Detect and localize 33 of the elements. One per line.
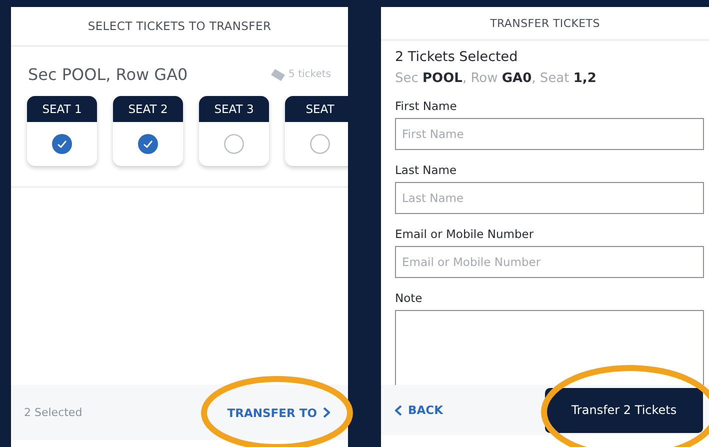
tickets-selected-label: 2 Tickets Selected [395,49,519,65]
section-label: Sec POOL, Row GA0 [28,65,188,84]
back-button[interactable]: BACK [391,399,448,421]
empty-circle-icon[interactable] [224,134,244,154]
seat-card[interactable]: SEAT [285,96,348,166]
input-field[interactable]: Email or Mobile Number [395,246,704,278]
seat-card[interactable]: SEAT 1 [27,96,97,166]
note-field[interactable] [395,310,704,385]
field-label: Last Name [395,163,458,177]
field-label: Note [395,291,424,305]
checked-circle-icon[interactable] [138,134,158,154]
input-field[interactable]: First Name [395,118,704,150]
empty-circle-icon[interactable] [310,134,330,154]
field-label: First Name [395,99,458,113]
chevron-left-icon [395,404,402,416]
selected-count: 2 Selected [24,406,82,419]
seat-label: SEAT [285,96,348,122]
seat-card[interactable]: SEAT 2 [113,96,183,166]
chevron-right-icon [323,407,330,418]
ticket-count: 5 tickets [288,69,331,80]
ticket-icon [270,68,285,80]
seat-label: SEAT 3 [199,96,269,122]
seat-card[interactable]: SEAT 3 [199,96,269,166]
seat-label: SEAT 2 [113,96,183,122]
field-label: Email or Mobile Number [395,227,535,241]
transfer-button[interactable]: Transfer 2 Tickets [545,388,703,432]
checked-circle-icon[interactable] [52,134,72,154]
panel-title: TRANSFER TICKETS [381,7,709,41]
seat-label: SEAT 1 [27,96,97,122]
seat-details: Sec POOL, Row GA0, Seat 1,2 [395,71,598,86]
transfer-to-button[interactable]: TRANSFER TO [223,402,334,424]
panel-title: SELECT TICKETS TO TRANSFER [11,7,348,47]
input-field[interactable]: Last Name [395,182,704,214]
